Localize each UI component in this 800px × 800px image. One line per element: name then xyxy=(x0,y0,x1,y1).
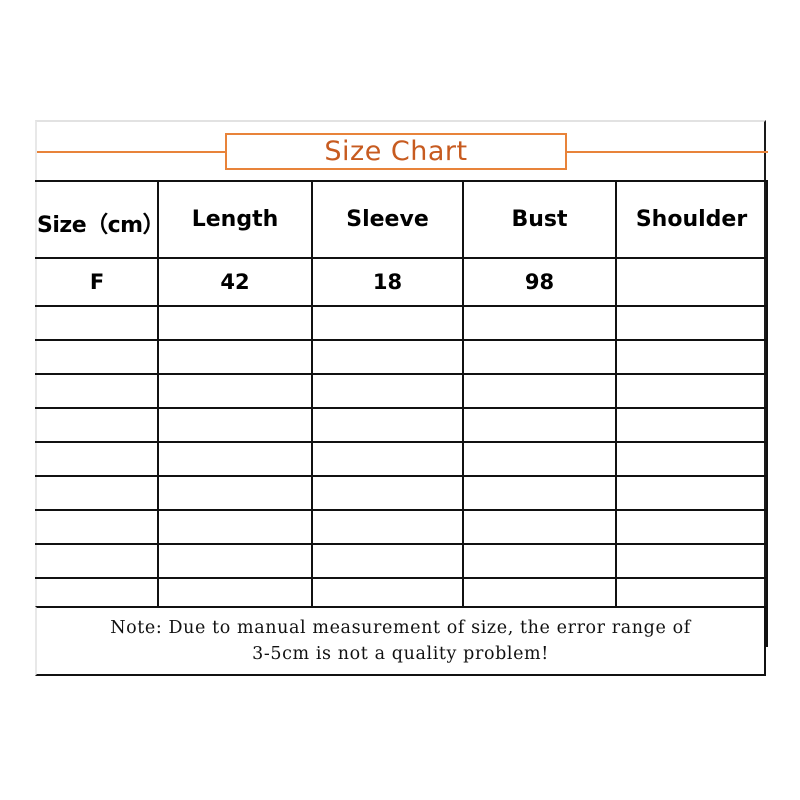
cell-empty xyxy=(35,441,159,477)
column-header-shoulder: Shoulder xyxy=(615,180,768,259)
cell-empty xyxy=(311,339,464,375)
cell-empty xyxy=(462,475,617,511)
table-row-empty xyxy=(35,339,768,375)
cell-empty xyxy=(157,475,313,511)
cell-empty xyxy=(35,339,159,375)
cell-empty xyxy=(462,441,617,477)
cell-empty xyxy=(157,339,313,375)
note-text: Note: Due to manual measurement of size,… xyxy=(110,617,691,664)
cell-empty xyxy=(462,373,617,409)
title-band: Size Chart xyxy=(37,122,768,182)
cell-empty xyxy=(462,305,617,341)
column-header-size: Size（cm） xyxy=(35,180,165,259)
cell-empty xyxy=(311,475,464,511)
cell-empty xyxy=(35,509,159,545)
cell-sleeve: 18 xyxy=(311,257,464,307)
cell-empty xyxy=(157,373,313,409)
cell-empty xyxy=(35,475,159,511)
table-header-row: Size（cm） Length Sleeve Bust Shoulder xyxy=(35,180,768,259)
cell-empty xyxy=(462,407,617,443)
table-row-empty xyxy=(35,475,768,511)
cell-shoulder xyxy=(615,257,768,307)
size-chart-card: Size Chart Size（cm） Length Sleeve Bust S… xyxy=(35,120,768,676)
column-header-length: Length xyxy=(157,180,313,259)
cell-empty xyxy=(615,543,768,579)
cell-length: 42 xyxy=(157,257,313,307)
cell-empty xyxy=(35,305,159,341)
cell-empty xyxy=(311,509,464,545)
cell-empty xyxy=(311,407,464,443)
cell-empty xyxy=(157,305,313,341)
cell-empty xyxy=(311,305,464,341)
column-header-sleeve: Sleeve xyxy=(311,180,464,259)
table-row-empty xyxy=(35,305,768,341)
table-row-empty xyxy=(35,373,768,409)
cell-empty xyxy=(462,339,617,375)
cell-empty xyxy=(157,407,313,443)
cell-empty xyxy=(157,509,313,545)
cell-empty xyxy=(35,373,159,409)
column-header-bust: Bust xyxy=(462,180,617,259)
cell-empty xyxy=(311,543,464,579)
cell-empty xyxy=(462,543,617,579)
table-row: F 42 18 98 xyxy=(35,257,768,307)
cell-empty xyxy=(35,407,159,443)
table-row-empty xyxy=(35,441,768,477)
cell-empty xyxy=(615,509,768,545)
table-row-empty xyxy=(35,407,768,443)
table-row-empty xyxy=(35,543,768,579)
cell-empty xyxy=(615,441,768,477)
cell-empty xyxy=(615,475,768,511)
cell-empty xyxy=(157,441,313,477)
cell-empty xyxy=(615,373,768,409)
cell-empty xyxy=(157,543,313,579)
cell-size: F xyxy=(35,257,159,307)
cell-empty xyxy=(311,441,464,477)
cell-empty xyxy=(311,373,464,409)
table-row-empty xyxy=(35,509,768,545)
size-table: Size（cm） Length Sleeve Bust Shoulder F 4… xyxy=(35,180,768,647)
title-box: Size Chart xyxy=(225,133,567,170)
cell-empty xyxy=(35,543,159,579)
cell-empty xyxy=(615,339,768,375)
note-section: Note: Due to manual measurement of size,… xyxy=(35,606,766,676)
cell-empty xyxy=(615,407,768,443)
page-title: Size Chart xyxy=(324,136,468,167)
cell-bust: 98 xyxy=(462,257,617,307)
cell-empty xyxy=(462,509,617,545)
cell-empty xyxy=(615,305,768,341)
